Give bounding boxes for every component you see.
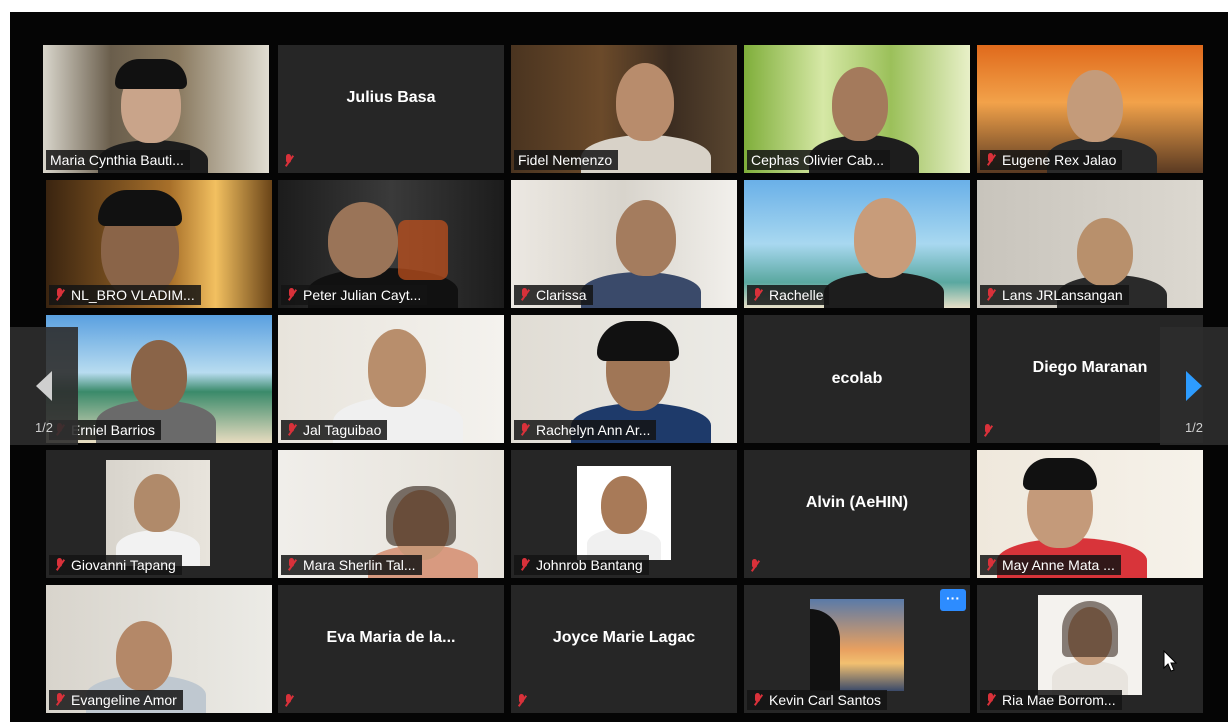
participant-name-label: NL_BRO VLADIM... [49, 285, 201, 305]
participant-tile[interactable]: May Anne Mata ... [977, 450, 1203, 578]
participant-tile[interactable]: ecolab [744, 315, 970, 443]
participant-tile[interactable]: Rachelyn Ann Ar... [511, 315, 737, 443]
next-page-button[interactable]: 1/2 [1160, 327, 1228, 445]
participant-tile[interactable]: Ria Mae Borrom... [977, 585, 1203, 713]
participant-tile[interactable]: Joyce Marie Lagac [511, 585, 737, 713]
participant-tile[interactable]: Erniel Barrios [46, 315, 272, 443]
participant-name-label: Clarissa [514, 285, 593, 305]
participant-tile[interactable]: Eugene Rex Jalao [977, 45, 1203, 173]
muted-mic-icon [984, 152, 998, 168]
participant-tile[interactable]: Evangeline Amor [46, 585, 272, 713]
participant-tile[interactable]: Giovanni Tapang [46, 450, 272, 578]
participant-name-label: Kevin Carl Santos [747, 690, 888, 710]
muted-mic-icon [984, 557, 998, 573]
participant-name-label: Peter Julian Cayt... [281, 285, 428, 305]
participant-tile[interactable]: Peter Julian Cayt... [278, 180, 504, 308]
participant-tile[interactable]: Johnrob Bantang [511, 450, 737, 578]
muted-mic-icon [285, 287, 299, 303]
participant-name: Julius Basa [346, 89, 436, 106]
participant-name-label: Eugene Rex Jalao [980, 150, 1123, 170]
participant-tile[interactable]: Eva Maria de la... [278, 585, 504, 713]
muted-mic-icon [53, 692, 67, 708]
participant-tile[interactable]: ··· Kevin Carl Santos [744, 585, 970, 713]
participant-name-label: Giovanni Tapang [49, 555, 182, 575]
muted-mic-icon [53, 287, 67, 303]
participant-name: Joyce Marie Lagac [552, 629, 696, 646]
participant-tile[interactable]: NL_BRO VLADIM... [46, 180, 272, 308]
previous-page-button[interactable]: 1/2 [10, 327, 78, 445]
participant-name-label: Jal Taguibao [281, 420, 388, 440]
participant-name-label: Rachelyn Ann Ar... [514, 420, 657, 440]
participant-tile[interactable]: Alvin (AeHIN) [744, 450, 970, 578]
muted-mic-icon [984, 287, 998, 303]
muted-mic-icon [984, 692, 998, 708]
more-options-button[interactable]: ··· [940, 589, 966, 611]
muted-mic-icon [518, 557, 532, 573]
muted-mic-icon [285, 557, 299, 573]
participant-tile[interactable]: Mara Sherlin Tal... [278, 450, 504, 578]
participant-name-label: Mara Sherlin Tal... [281, 555, 422, 575]
participant-name-label: Rachelle [747, 285, 830, 305]
muted-mic-icon [282, 693, 296, 709]
participant-name-label: Johnrob Bantang [514, 555, 649, 575]
participant-tile[interactable]: Lans JRLansangan [977, 180, 1203, 308]
muted-mic-icon [748, 558, 762, 574]
participant-name-label: Cephas Olivier Cab... [747, 150, 891, 170]
muted-mic-icon [751, 287, 765, 303]
participant-name-label: May Anne Mata ... [980, 555, 1121, 575]
page-indicator: 1/2 [1184, 420, 1204, 435]
chevron-right-icon [1186, 371, 1202, 401]
participant-name: Alvin (AeHIN) [805, 494, 909, 511]
participant-name: ecolab [831, 370, 883, 387]
muted-mic-icon [751, 692, 765, 708]
participant-tile[interactable]: Rachelle [744, 180, 970, 308]
muted-mic-icon [518, 287, 532, 303]
muted-mic-icon [53, 557, 67, 573]
participant-tile[interactable]: Clarissa [511, 180, 737, 308]
participant-name-label: Maria Cynthia Bauti... [46, 150, 190, 170]
mouse-cursor-icon [1163, 650, 1177, 672]
participant-tile[interactable]: Fidel Nemenzo [511, 45, 737, 173]
page-indicator: 1/2 [34, 420, 54, 435]
muted-mic-icon [981, 423, 995, 439]
participant-name-label: Lans JRLansangan [980, 285, 1129, 305]
muted-mic-icon [282, 153, 296, 169]
chevron-left-icon [36, 371, 52, 401]
participant-name-label: Ria Mae Borrom... [980, 690, 1122, 710]
participant-name: Eva Maria de la... [326, 629, 456, 646]
participant-tile[interactable]: Jal Taguibao [278, 315, 504, 443]
gallery-view: Maria Cynthia Bauti... Julius Basa Fidel… [10, 12, 1228, 722]
participant-tile[interactable]: Julius Basa [278, 45, 504, 173]
participant-tile[interactable]: Maria Cynthia Bauti... [43, 45, 269, 173]
participant-name-label: Evangeline Amor [49, 690, 183, 710]
muted-mic-icon [518, 422, 532, 438]
muted-mic-icon [285, 422, 299, 438]
muted-mic-icon [515, 693, 529, 709]
participant-tile[interactable]: Cephas Olivier Cab... [744, 45, 970, 173]
participant-name-label: Fidel Nemenzo [514, 150, 619, 170]
